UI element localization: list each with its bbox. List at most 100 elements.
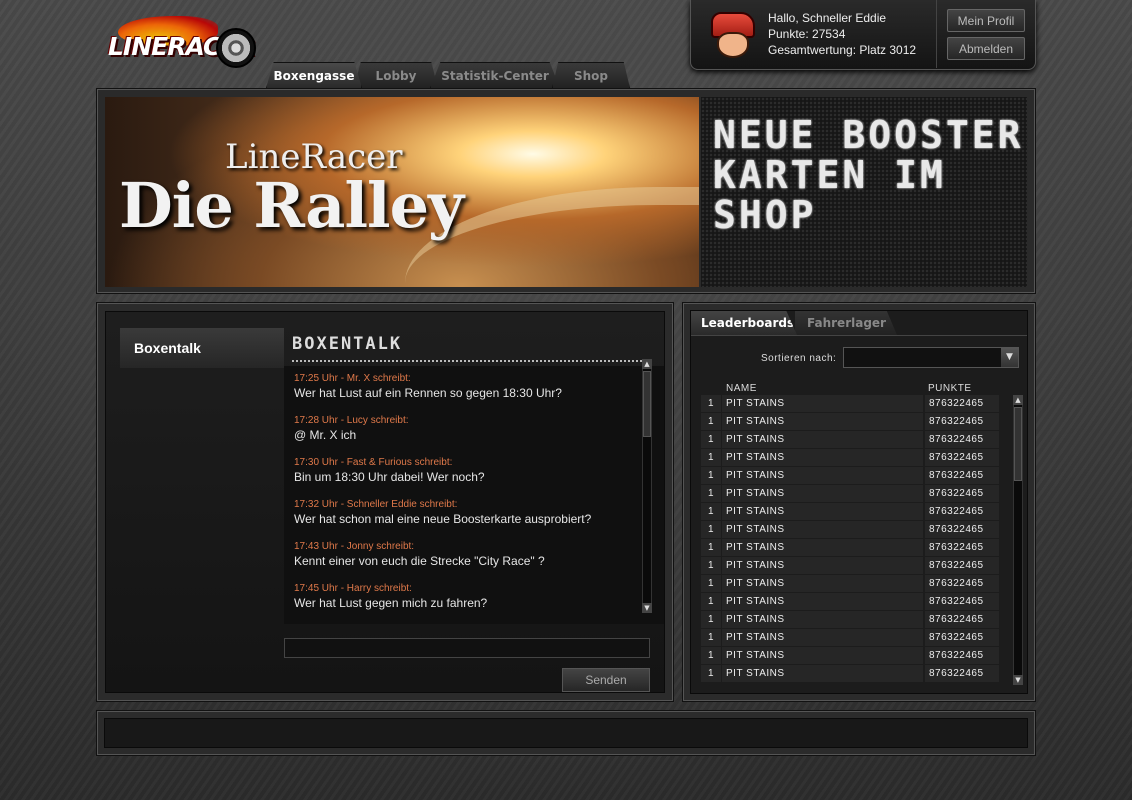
tab-shop[interactable]: Shop — [552, 62, 630, 88]
face-icon — [717, 32, 749, 58]
banner-image[interactable]: LineRacer Die Ralley — [105, 97, 699, 287]
points-cell: 876322465 — [925, 503, 999, 520]
chat-scrollbar[interactable]: ▲ ▼ — [642, 359, 652, 613]
name-cell: PIT STAINS — [722, 449, 923, 466]
user-panel: Hallo, Schneller Eddie Punkte: 27534 Ges… — [690, 0, 1036, 70]
boxentalk-side-tab[interactable]: Boxentalk — [120, 328, 284, 368]
table-row[interactable]: 1 PIT STAINS 876322465 — [701, 413, 999, 430]
up-arrow-icon[interactable]: ▲ — [642, 359, 652, 369]
leaderboard-scrollbar[interactable]: ▲ ▼ — [1013, 395, 1023, 685]
tab-lobby[interactable]: Lobby — [354, 62, 438, 88]
user-points: Punkte: 27534 — [768, 27, 846, 41]
table-row[interactable]: 1 PIT STAINS 876322465 — [701, 485, 999, 502]
points-cell: 876322465 — [925, 539, 999, 556]
boxentalk-panel: Boxentalk BOXENTALK 17:25 Uhr - Mr. X sc… — [96, 302, 674, 702]
heading-divider — [292, 360, 650, 362]
rank-cell: 1 — [701, 449, 721, 466]
name-cell: PIT STAINS — [722, 629, 923, 646]
table-row[interactable]: 1 PIT STAINS 876322465 — [701, 521, 999, 538]
main-nav: Boxengasse Lobby Statistik-Center Shop — [266, 62, 632, 88]
wheel-icon — [216, 28, 256, 68]
table-row[interactable]: 1 PIT STAINS 876322465 — [701, 629, 999, 646]
led-display[interactable]: NEUE BOOSTER KARTEN IM SHOP — [701, 97, 1027, 287]
rank-cell: 1 — [701, 431, 721, 448]
lineracer-logo[interactable]: LINERACER — [104, 14, 260, 70]
chat-message: 17:43 Uhr - Jonny schreibt: Kennt einer … — [294, 540, 545, 569]
table-row[interactable]: 1 PIT STAINS 876322465 — [701, 449, 999, 466]
down-arrow-icon[interactable]: ▼ — [1013, 675, 1023, 685]
user-info: Hallo, Schneller Eddie Punkte: 27534 Ges… — [768, 10, 916, 58]
name-cell: PIT STAINS — [722, 647, 923, 664]
up-arrow-icon[interactable]: ▲ — [1013, 395, 1023, 405]
chat-message-meta: 17:30 Uhr - Fast & Furious schreibt: — [294, 457, 453, 468]
table-row[interactable]: 1 PIT STAINS 876322465 — [701, 395, 999, 412]
rank-cell: 1 — [701, 503, 721, 520]
chat-message: 17:45 Uhr - Harry schreibt: Wer hat Lust… — [294, 582, 487, 611]
name-cell: PIT STAINS — [722, 431, 923, 448]
name-cell: PIT STAINS — [722, 521, 923, 538]
table-row[interactable]: 1 PIT STAINS 876322465 — [701, 575, 999, 592]
rank-cell: 1 — [701, 413, 721, 430]
footer-inner — [104, 718, 1028, 748]
points-cell: 876322465 — [925, 629, 999, 646]
led-line-2: KARTEN IM SHOP — [713, 153, 946, 237]
name-cell: PIT STAINS — [722, 539, 923, 556]
table-row[interactable]: 1 PIT STAINS 876322465 — [701, 431, 999, 448]
tab-statistik-center[interactable]: Statistik-Center — [430, 62, 560, 88]
leaderboard-panel: Fahrerlager Leaderboards Sortieren nach:… — [682, 302, 1036, 702]
points-cell: 876322465 — [925, 665, 999, 682]
chevron-down-icon[interactable]: ▼ — [1001, 348, 1018, 367]
send-button[interactable]: Senden — [562, 668, 650, 692]
leaderboard-inner: Fahrerlager Leaderboards Sortieren nach:… — [690, 310, 1028, 694]
points-cell: 876322465 — [925, 395, 999, 412]
rank-cell: 1 — [701, 557, 721, 574]
table-row[interactable]: 1 PIT STAINS 876322465 — [701, 467, 999, 484]
points-cell: 876322465 — [925, 485, 999, 502]
table-row[interactable]: 1 PIT STAINS 876322465 — [701, 539, 999, 556]
down-arrow-icon[interactable]: ▼ — [642, 603, 652, 613]
banner-title: Die Ralley — [119, 169, 464, 242]
table-row[interactable]: 1 PIT STAINS 876322465 — [701, 557, 999, 574]
points-cell: 876322465 — [925, 413, 999, 430]
chat-input[interactable] — [284, 638, 650, 658]
avatar[interactable] — [703, 6, 761, 62]
name-cell: PIT STAINS — [722, 557, 923, 574]
banner: LineRacer Die Ralley NEUE BOOSTER KARTEN… — [96, 88, 1036, 294]
table-row[interactable]: 1 PIT STAINS 876322465 — [701, 593, 999, 610]
rank-cell: 1 — [701, 575, 721, 592]
column-header-name[interactable]: NAME — [726, 383, 757, 394]
tab-divider — [691, 335, 1027, 336]
sort-select[interactable]: ▼ — [843, 347, 1019, 368]
led-line-1: NEUE BOOSTER — [713, 113, 1024, 157]
points-cell: 876322465 — [925, 647, 999, 664]
user-ranking: Gesamtwertung: Platz 3012 — [768, 43, 917, 57]
name-cell: PIT STAINS — [722, 485, 923, 502]
tab-leaderboards[interactable]: Leaderboards — [691, 311, 797, 335]
chat-message-meta: 17:43 Uhr - Jonny schreibt: — [294, 541, 415, 552]
name-cell: PIT STAINS — [722, 593, 923, 610]
chat-log[interactable]: 17:25 Uhr - Mr. X schreibt: Wer hat Lust… — [284, 366, 664, 624]
points-cell: 876322465 — [925, 611, 999, 628]
chat-message-meta: 17:28 Uhr - Lucy schreibt: — [294, 415, 409, 426]
chat-message-text: Bin um 18:30 Uhr dabei! Wer noch? — [294, 470, 485, 484]
profile-button[interactable]: Mein Profil — [947, 9, 1025, 32]
tab-fahrerlager[interactable]: Fahrerlager — [795, 311, 897, 335]
logout-button[interactable]: Abmelden — [947, 37, 1025, 60]
scroll-thumb[interactable] — [643, 371, 651, 437]
name-cell: PIT STAINS — [722, 575, 923, 592]
table-row[interactable]: 1 PIT STAINS 876322465 — [701, 611, 999, 628]
column-header-points[interactable]: PUNKTE — [928, 383, 972, 394]
points-cell: 876322465 — [925, 557, 999, 574]
boxentalk-inner: Boxentalk BOXENTALK 17:25 Uhr - Mr. X sc… — [105, 311, 665, 693]
rank-cell: 1 — [701, 593, 721, 610]
table-row[interactable]: 1 PIT STAINS 876322465 — [701, 503, 999, 520]
tab-boxengasse[interactable]: Boxengasse — [266, 62, 362, 88]
chat-message-text: Wer hat schon mal eine neue Boosterkarte… — [294, 512, 592, 526]
scroll-thumb[interactable] — [1014, 407, 1022, 481]
chat-message-text: Kennt einer von euch die Strecke "City R… — [294, 554, 545, 568]
rank-cell: 1 — [701, 539, 721, 556]
name-cell: PIT STAINS — [722, 611, 923, 628]
table-row[interactable]: 1 PIT STAINS 876322465 — [701, 665, 999, 682]
chat-message-meta: 17:32 Uhr - Schneller Eddie schreibt: — [294, 499, 458, 510]
table-row[interactable]: 1 PIT STAINS 876322465 — [701, 647, 999, 664]
